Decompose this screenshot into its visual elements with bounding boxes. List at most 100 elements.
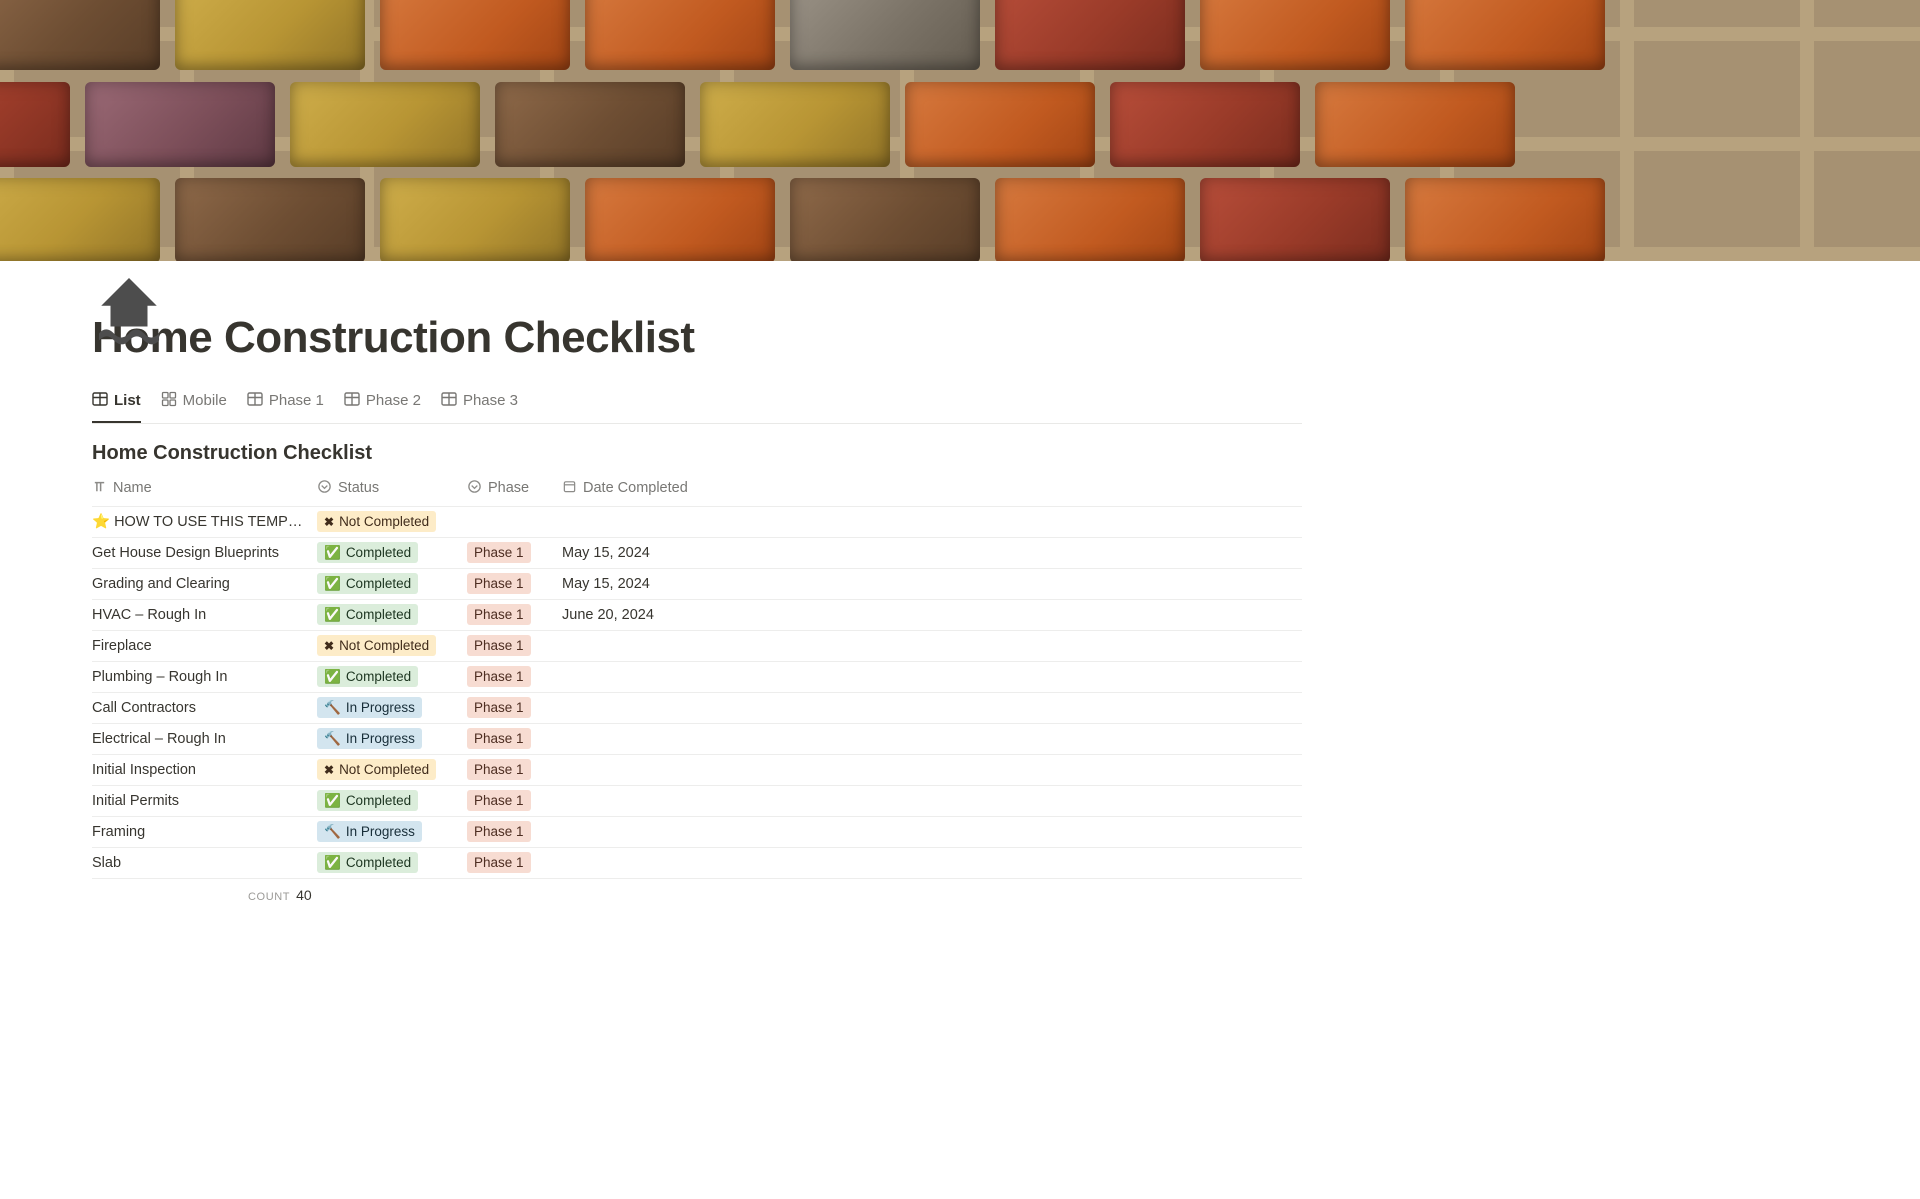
count-label: COUNT xyxy=(248,891,290,903)
cell-status[interactable]: 🔨In Progress xyxy=(317,697,467,718)
table-view-icon xyxy=(344,391,360,411)
brick xyxy=(1200,178,1390,261)
cell-name[interactable]: Electrical – Rough In xyxy=(92,731,317,747)
cell-phase[interactable]: Phase 1 xyxy=(467,728,562,749)
column-header-name[interactable]: Name xyxy=(92,479,317,498)
cell-status[interactable]: ✖Not Completed xyxy=(317,511,467,532)
count-value: 40 xyxy=(296,887,312,903)
cell-phase[interactable]: Phase 1 xyxy=(467,697,562,718)
cell-status[interactable]: ✅ Completed xyxy=(317,790,467,811)
brick xyxy=(0,0,160,70)
cell-status[interactable]: ✖Not Completed xyxy=(317,635,467,656)
tab-list[interactable]: List xyxy=(92,382,141,423)
database-title[interactable]: Home Construction Checklist xyxy=(92,442,1302,465)
status-badge: ✖Not Completed xyxy=(317,759,436,780)
cell-phase[interactable]: Phase 1 xyxy=(467,821,562,842)
cell-status[interactable]: ✅Completed xyxy=(317,573,467,594)
cell-name[interactable]: Framing xyxy=(92,824,317,840)
status-emoji-icon: 🔨 xyxy=(324,825,341,839)
table-header: Name Status Phase Date Completed xyxy=(92,471,1302,507)
status-badge: ✖Not Completed xyxy=(317,635,436,656)
cell-name[interactable]: Call Contractors xyxy=(92,700,317,716)
tab-phase3[interactable]: Phase 3 xyxy=(441,382,518,423)
table-row[interactable]: HVAC – Rough In✅CompletedPhase 1 June 20,… xyxy=(92,600,1302,631)
status-label: Completed xyxy=(346,794,411,808)
phase-badge: Phase 1 xyxy=(467,604,531,625)
table-row[interactable]: Fireplace✖Not Completed Phase 1 xyxy=(92,631,1302,662)
cell-phase[interactable]: Phase 1 xyxy=(467,852,562,873)
cell-status[interactable]: ✅Completed xyxy=(317,604,467,625)
text-property-icon xyxy=(92,479,107,498)
cell-phase[interactable]: Phase 1 xyxy=(467,635,562,656)
table-row[interactable]: Plumbing – Rough In✅Completed Phase 1 xyxy=(92,662,1302,693)
cell-phase[interactable]: Phase 1 xyxy=(467,666,562,687)
tab-phase1[interactable]: Phase 1 xyxy=(247,382,324,423)
cell-phase[interactable]: Phase 1 xyxy=(467,759,562,780)
phase-badge: Phase 1 xyxy=(467,790,531,811)
cell-status[interactable]: ✅Completed xyxy=(317,852,467,873)
brick xyxy=(175,0,365,70)
brick xyxy=(585,178,775,261)
table-row[interactable]: Electrical – Rough In🔨In Progress Phase 1 xyxy=(92,724,1302,755)
cell-date[interactable]: May 15, 2024 xyxy=(562,576,1302,592)
board-view-icon xyxy=(161,391,177,411)
cell-status[interactable]: ✅Completed xyxy=(317,542,467,563)
cell-name[interactable]: Initial Permits xyxy=(92,793,317,809)
page-icon-house-flood[interactable] xyxy=(92,271,166,345)
brick xyxy=(905,82,1095,167)
tab-label: Phase 3 xyxy=(463,392,518,409)
status-emoji-icon: ✅ xyxy=(324,856,341,870)
cell-status[interactable]: 🔨 In Progress xyxy=(317,821,467,842)
brick xyxy=(1405,178,1605,261)
cell-status[interactable]: 🔨In Progress xyxy=(317,728,467,749)
column-header-status[interactable]: Status xyxy=(317,479,467,498)
cell-status[interactable]: ✅Completed xyxy=(317,666,467,687)
cell-name[interactable]: Initial Inspection xyxy=(92,762,317,778)
column-label: Name xyxy=(113,480,152,496)
cell-date[interactable]: May 15, 2024 xyxy=(562,545,1302,561)
brick xyxy=(380,0,570,70)
column-header-phase[interactable]: Phase xyxy=(467,479,562,498)
status-badge: 🔨In Progress xyxy=(317,728,422,749)
status-badge: ✅ Completed xyxy=(317,790,418,811)
table-row[interactable]: Framing 🔨 In Progress Phase 1 xyxy=(92,817,1302,848)
cell-name[interactable]: ⭐ HOW TO USE THIS TEMPLATE ⭐ xyxy=(92,513,317,530)
table-body: ⭐ HOW TO USE THIS TEMPLATE ⭐✖Not Complet… xyxy=(92,507,1302,879)
cell-name[interactable]: Slab xyxy=(92,855,317,871)
status-label: In Progress xyxy=(346,825,415,839)
page-content: Home Construction Checklist List Mobile Ph… xyxy=(92,313,1302,903)
status-emoji-icon: ✅ xyxy=(324,577,341,591)
brick xyxy=(1315,82,1515,167)
cell-phase[interactable]: Phase 1 xyxy=(467,790,562,811)
cell-phase[interactable]: Phase 1 xyxy=(467,542,562,563)
cell-phase[interactable]: Phase 1 xyxy=(467,604,562,625)
table-row[interactable]: Initial Permits ✅ Completed Phase 1 xyxy=(92,786,1302,817)
phase-badge: Phase 1 xyxy=(467,759,531,780)
status-emoji-icon: ✅ xyxy=(324,794,341,808)
table-row[interactable]: Get House Design Blueprints✅CompletedPha… xyxy=(92,538,1302,569)
cell-date[interactable]: June 20, 2024 xyxy=(562,607,1302,623)
table-footer-count[interactable]: COUNT 40 xyxy=(92,879,1302,903)
cell-name[interactable]: Grading and Clearing xyxy=(92,576,317,592)
table-row[interactable]: Grading and Clearing✅CompletedPhase 1May… xyxy=(92,569,1302,600)
table-row[interactable]: Call Contractors🔨In ProgressPhase 1 xyxy=(92,693,1302,724)
tab-label: Phase 1 xyxy=(269,392,324,409)
tab-phase2[interactable]: Phase 2 xyxy=(344,382,421,423)
cell-name[interactable]: Plumbing – Rough In xyxy=(92,669,317,685)
cell-name[interactable]: Get House Design Blueprints xyxy=(92,545,317,561)
column-header-date[interactable]: Date Completed xyxy=(562,479,1302,498)
status-emoji-icon: 🔨 xyxy=(324,701,341,715)
select-property-icon xyxy=(467,479,482,498)
table-row[interactable]: Initial Inspection✖Not Completed Phase 1 xyxy=(92,755,1302,786)
date-property-icon xyxy=(562,479,577,498)
table-row[interactable]: ⭐ HOW TO USE THIS TEMPLATE ⭐✖Not Complet… xyxy=(92,507,1302,538)
cell-name[interactable]: HVAC – Rough In xyxy=(92,607,317,623)
status-badge: ✅Completed xyxy=(317,666,418,687)
tab-mobile[interactable]: Mobile xyxy=(161,382,227,423)
cell-phase[interactable]: Phase 1 xyxy=(467,573,562,594)
cell-status[interactable]: ✖Not Completed xyxy=(317,759,467,780)
table-row[interactable]: Slab✅CompletedPhase 1 xyxy=(92,848,1302,879)
cell-name[interactable]: Fireplace xyxy=(92,638,317,654)
status-label: Completed xyxy=(346,546,411,560)
select-property-icon xyxy=(317,479,332,498)
